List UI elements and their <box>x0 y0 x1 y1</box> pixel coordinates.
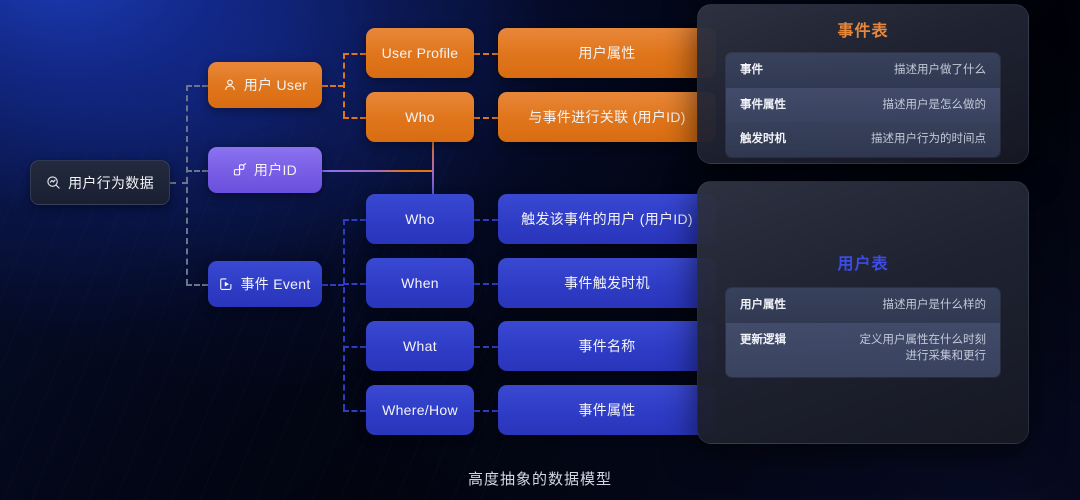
connector-who-to-value-blue <box>474 219 498 221</box>
table-row-value: 描述用户是什么样的 <box>882 299 987 311</box>
connector-blue-to-when <box>343 283 366 285</box>
connector-main-trunk <box>186 85 188 285</box>
table-row[interactable]: 触发时机 描述用户行为的时间点 <box>726 122 1000 158</box>
node-root-user-behavior-data[interactable]: 用户行为数据 <box>30 160 170 205</box>
panel-user-table-title: 用户表 <box>837 256 889 273</box>
node-event-key-1-label: When <box>401 275 439 291</box>
connector-trunk-to-user <box>186 85 208 87</box>
node-event-key-2[interactable]: What <box>366 321 474 371</box>
person-icon <box>223 78 237 92</box>
table-row-key: 事件属性 <box>740 98 786 111</box>
table-row-value: 描述用户做了什么 <box>894 64 986 76</box>
node-event-key-3[interactable]: Where/How <box>366 385 474 435</box>
node-event-value-1-label: 事件触发时机 <box>564 275 650 291</box>
table-row-value: 描述用户是怎么做的 <box>882 98 987 111</box>
node-branch-event-label: 事件 Event <box>240 276 311 292</box>
play-square-icon <box>219 277 233 291</box>
connector-trunk-to-userid <box>186 170 208 172</box>
node-event-key-0[interactable]: Who <box>366 194 474 244</box>
node-event-value-1[interactable]: 事件触发时机 <box>498 258 716 308</box>
node-user-value-1[interactable]: 与事件进行关联 (用户ID) <box>498 92 716 142</box>
node-user-value-1-label: 与事件进行关联 (用户ID) <box>528 109 686 125</box>
page-caption: 高度抽象的数据模型 <box>467 471 612 488</box>
connector-who-to-value <box>474 117 498 119</box>
node-branch-user[interactable]: 用户 User <box>208 62 322 108</box>
node-user-value-0[interactable]: 用户属性 <box>498 28 716 78</box>
node-branch-user-id-label: 用户ID <box>253 162 298 178</box>
node-user-key-0[interactable]: User Profile <box>366 28 474 78</box>
diagram-canvas: 用户行为数据 用户 User 用户ID 事件 Event User Profil… <box>0 0 1080 500</box>
node-user-key-1[interactable]: Who <box>366 92 474 142</box>
panel-user-table: 用户表 用户属性 描述用户是什么样的 更新逻辑 定义用户属性在什么时刻 进行采集… <box>697 181 1029 444</box>
node-user-value-0-label: 用户属性 <box>578 45 636 61</box>
event-table-rows: 事件 描述用户做了什么 事件属性 描述用户是怎么做的 触发时机 描述用户行为的时… <box>725 52 1001 159</box>
panel-event-table-title: 事件表 <box>837 23 889 40</box>
node-event-key-0-label: Who <box>405 211 435 227</box>
table-row-key: 触发时机 <box>740 133 786 146</box>
table-row-value: 定义用户属性在什么时刻 进行采集和更行 <box>859 333 987 363</box>
table-row-key: 事件 <box>740 64 763 76</box>
node-event-value-2[interactable]: 事件名称 <box>498 321 716 371</box>
connector-trunk-to-event <box>186 284 208 286</box>
node-branch-user-label: 用户 User <box>243 77 308 93</box>
connector-orange-to-who <box>343 117 366 119</box>
connector-blue-to-what <box>343 346 366 348</box>
connector-wherehow-to-value <box>474 410 498 412</box>
node-event-key-3-label: Where/How <box>382 402 458 418</box>
node-event-value-0[interactable]: 触发该事件的用户 (用户ID) <box>498 194 716 244</box>
node-branch-user-id[interactable]: 用户ID <box>208 147 322 193</box>
connector-userprofile-to-value <box>474 53 498 55</box>
user-table-rows: 用户属性 描述用户是什么样的 更新逻辑 定义用户属性在什么时刻 进行采集和更行 <box>725 287 1001 379</box>
table-row-key: 用户属性 <box>740 299 786 311</box>
node-event-key-1[interactable]: When <box>366 258 474 308</box>
node-user-key-0-label: User Profile <box>381 45 459 61</box>
node-event-value-0-label: 触发该事件的用户 (用户ID) <box>521 211 693 227</box>
connector-what-to-value <box>474 346 498 348</box>
search-analytics-icon <box>46 175 61 190</box>
table-row[interactable]: 事件 描述用户做了什么 <box>726 53 1000 88</box>
connector-blue-to-wherehow <box>343 410 366 412</box>
node-branch-event[interactable]: 事件 Event <box>208 261 322 307</box>
connector-blue-to-who <box>343 219 366 221</box>
nodes-icon <box>233 163 247 177</box>
connector-blue-trunk <box>343 219 345 410</box>
table-row-key: 更新逻辑 <box>740 333 786 346</box>
panel-event-table: 事件表 事件 描述用户做了什么 事件属性 描述用户是怎么做的 触发时机 描述用户… <box>697 4 1029 164</box>
table-row[interactable]: 更新逻辑 定义用户属性在什么时刻 进行采集和更行 <box>726 322 1000 378</box>
table-row-value: 描述用户行为的时间点 <box>871 133 986 146</box>
node-root-label: 用户行为数据 <box>68 174 154 191</box>
connector-userid-gradient <box>322 170 434 172</box>
table-row[interactable]: 事件属性 描述用户是怎么做的 <box>726 87 1000 123</box>
node-event-key-2-label: What <box>403 338 437 354</box>
node-event-value-3-label: 事件属性 <box>578 402 636 418</box>
table-row[interactable]: 用户属性 描述用户是什么样的 <box>726 288 1000 323</box>
connector-user-stub <box>322 85 344 87</box>
connector-root-stub <box>170 182 188 184</box>
connector-event-stub <box>322 284 344 286</box>
node-event-value-3[interactable]: 事件属性 <box>498 385 716 435</box>
connector-who-vertical-gradient <box>432 141 434 197</box>
connector-when-to-value <box>474 283 498 285</box>
connector-orange-to-userprofile <box>343 53 366 55</box>
connector-orange-trunk <box>343 53 345 117</box>
node-event-value-2-label: 事件名称 <box>578 338 636 354</box>
node-user-key-1-label: Who <box>405 109 435 125</box>
